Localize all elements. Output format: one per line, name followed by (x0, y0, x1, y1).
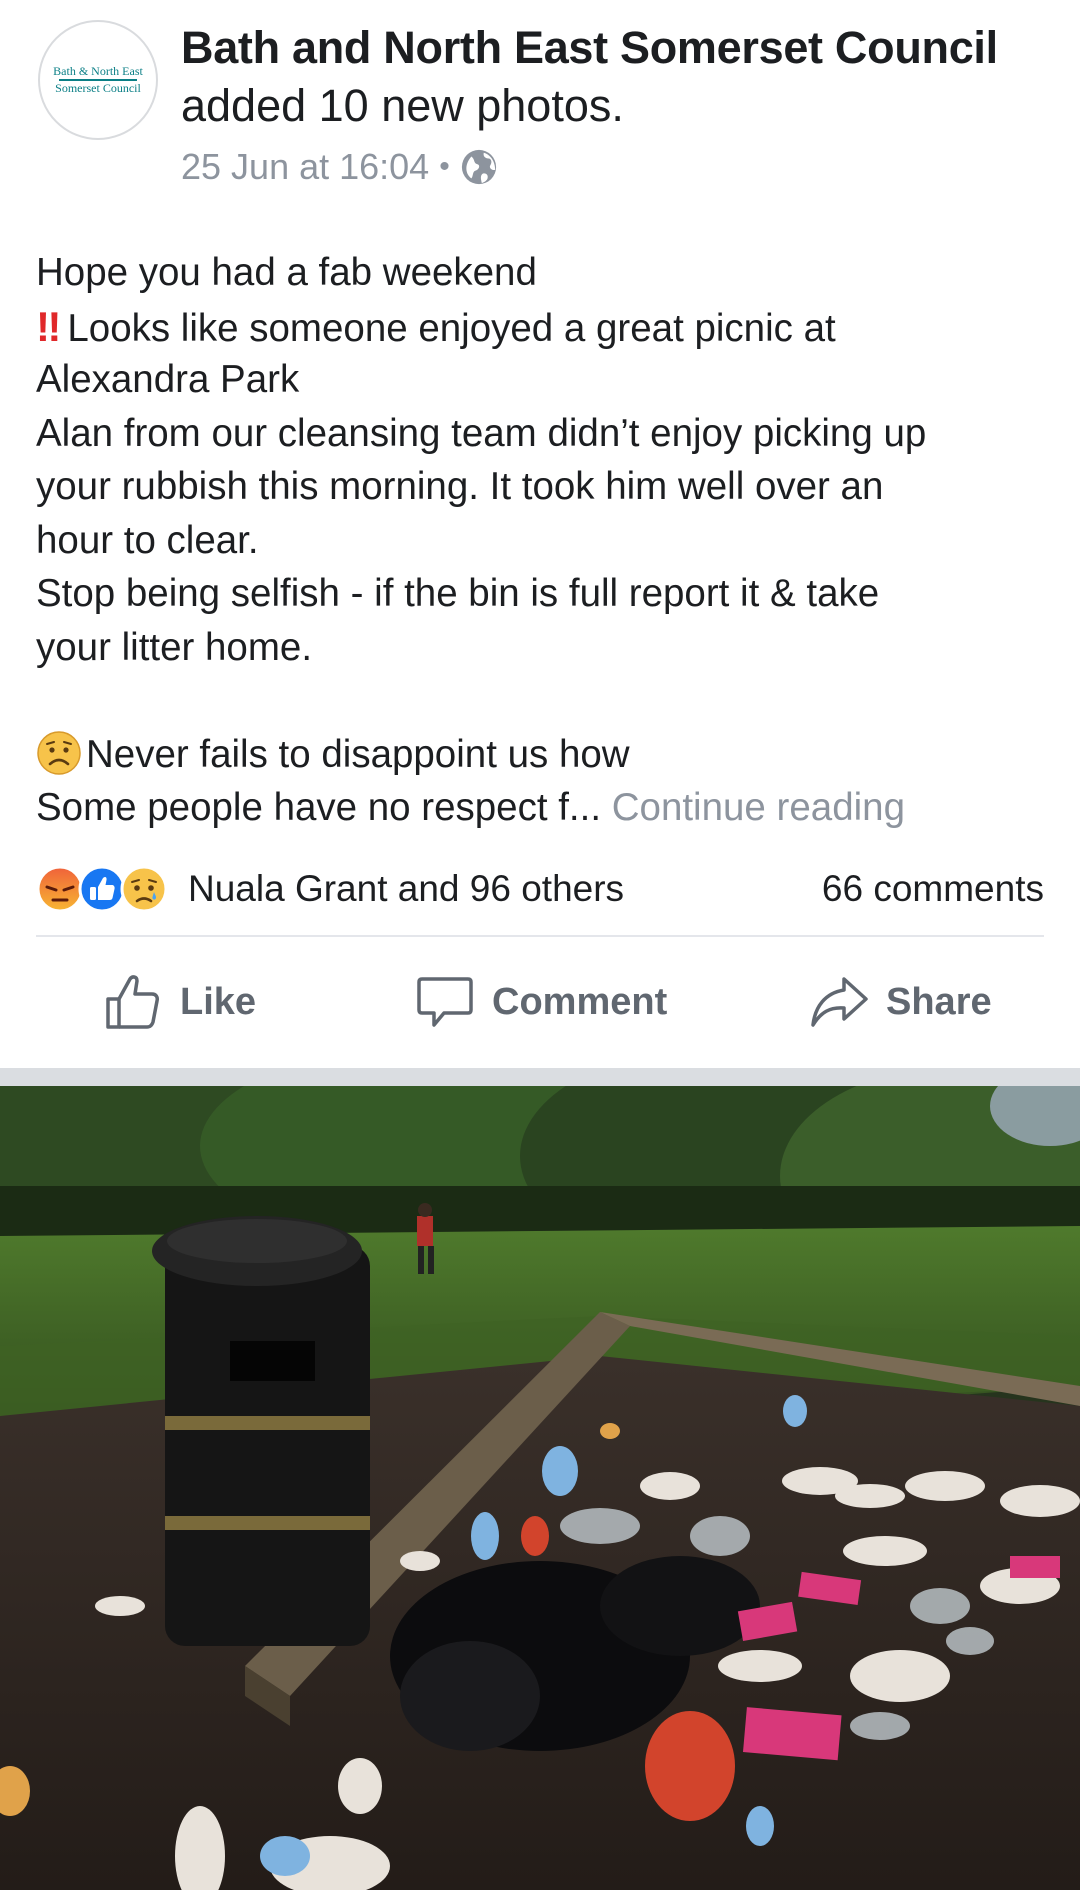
globe-icon (461, 149, 496, 185)
continue-reading-link[interactable]: Continue reading (612, 786, 905, 829)
thumbs-up-icon (106, 975, 159, 1029)
comment-label: Comment (492, 980, 668, 1023)
comments-count[interactable]: 66 comments (822, 868, 1044, 910)
body-line-11-text: Some people have no respect f... (36, 786, 602, 829)
post-header: Bath & North East Somerset Council Bath … (0, 0, 1080, 200)
avatar-logo-line1: Bath & North East (53, 64, 143, 78)
like-reaction-icon (78, 865, 126, 913)
body-line-2-text: Looks like someone enjoyed a great picni… (67, 306, 836, 350)
body-line-6: hour to clear. (36, 518, 259, 562)
reactors-text[interactable]: Nuala Grant and 96 others (188, 868, 624, 910)
sad-reaction-icon (120, 865, 168, 913)
double-exclamation-emoji: ‼ (36, 302, 61, 350)
page-name-link[interactable]: Bath and North East Somerset Council (181, 22, 998, 74)
share-arrow-icon (811, 977, 868, 1027)
body-line-3: Alexandra Park (36, 358, 300, 401)
frowning-face-emoji-icon (37, 730, 81, 775)
reactions-summary[interactable]: Nuala Grant and 96 others 66 comments (36, 862, 1044, 916)
post-action-bar: Like Comment Share (0, 960, 1080, 1044)
like-button[interactable]: Like (102, 971, 256, 1033)
body-line-8: your litter home. (36, 625, 313, 669)
body-line-11: Some people have no respect f... Continu… (36, 781, 1046, 835)
body-line-2: ‼ Looks like someone enjoyed a great picn… (36, 300, 1046, 354)
body-line-4: Alan from our cleansing team didn’t enjo… (36, 411, 927, 455)
feed-separator (0, 1068, 1080, 1086)
meta-separator: • (439, 150, 450, 183)
body-line-blank (36, 674, 1046, 728)
actions-divider (36, 935, 1044, 937)
angry-reaction-icon (36, 865, 84, 913)
reaction-icons (36, 865, 168, 913)
body-line-10-text: Never fails to disappoint us how (86, 732, 630, 776)
comment-bubble-icon (417, 977, 473, 1027)
litter-park-photo (0, 1086, 1080, 1890)
body-line-1: Hope you had a fab weekend (36, 251, 537, 294)
page-avatar[interactable]: Bath & North East Somerset Council (38, 20, 158, 140)
body-line-5: your rubbish this morning. It took him w… (36, 465, 884, 508)
post-body-text: Hope you had a fab weekend ‼ Looks like s… (36, 246, 1046, 835)
like-label: Like (180, 980, 257, 1023)
body-line-10: Never fails to disappoint us how (36, 728, 1046, 782)
comment-button[interactable]: Comment (414, 971, 667, 1033)
post-action-text: added 10 new photos. (181, 80, 624, 131)
post-timestamp[interactable]: 25 Jun at 16:04 (181, 146, 429, 188)
body-line-7: Stop being selfish - if the bin is full … (36, 572, 880, 615)
share-button[interactable]: Share (808, 971, 992, 1033)
share-label: Share (886, 980, 992, 1023)
avatar-logo-line2: Somerset Council (55, 81, 141, 95)
post-photo[interactable] (0, 1086, 1080, 1890)
post-meta: 25 Jun at 16:04 • (181, 146, 498, 188)
